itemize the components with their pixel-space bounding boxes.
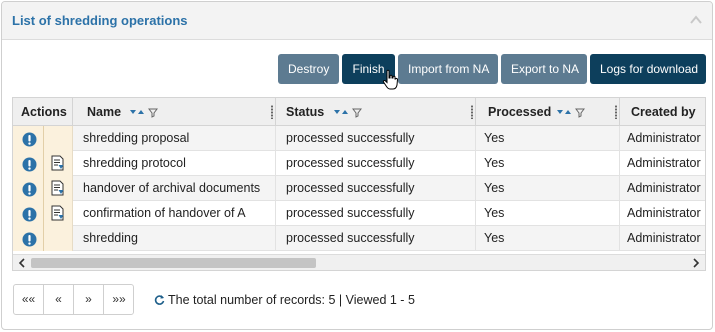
panel-title: List of shredding operations	[12, 13, 188, 28]
cell-status: processed successfully	[276, 226, 476, 251]
operations-grid: Actions Name Status Processed Created by…	[12, 97, 706, 271]
column-label: Name	[87, 105, 122, 119]
cell-status: processed successfully	[276, 151, 476, 176]
cell-status: processed successfully	[276, 201, 476, 226]
horizontal-scrollbar[interactable]	[13, 254, 705, 270]
cell-status: processed successfully	[276, 176, 476, 201]
scroll-left-icon[interactable]	[17, 258, 27, 268]
table-row[interactable]: shredding processed successfully Yes Admini…	[13, 226, 705, 251]
cell-processed: Yes	[476, 176, 620, 201]
collapse-icon[interactable]	[690, 15, 702, 25]
table-row[interactable]: confirmation of handover of Aprocessed s…	[13, 201, 705, 226]
row-actions	[13, 226, 73, 251]
action-divider	[43, 176, 44, 201]
grid-header: Actions Name Status Processed Created by	[13, 98, 705, 126]
row-actions	[13, 126, 73, 151]
row-actions	[13, 176, 73, 201]
action-divider	[43, 151, 44, 176]
column-header-processed[interactable]: Processed	[476, 98, 620, 126]
cell-status: processed successfully	[276, 126, 476, 151]
column-header-name[interactable]: Name	[73, 98, 276, 126]
info-icon[interactable]	[22, 206, 37, 226]
cell-processed: Yes	[476, 151, 620, 176]
scroll-right-icon[interactable]	[691, 258, 701, 268]
column-resize-handle[interactable]	[471, 105, 473, 119]
download-document-icon[interactable]	[51, 205, 65, 226]
info-icon[interactable]	[22, 131, 37, 151]
export-to-na-button[interactable]: Export to NA	[501, 54, 587, 84]
action-divider	[43, 226, 44, 251]
records-summary: The total number of records: 5 | Viewed …	[154, 293, 415, 307]
action-divider	[43, 201, 44, 226]
cell-created-by: Administrator	[627, 131, 701, 145]
info-icon[interactable]	[22, 181, 37, 201]
table-row[interactable]: shredding proposal processed successfully…	[13, 126, 705, 151]
table-row[interactable]: handover of archival documents processed …	[13, 176, 705, 201]
cell-name: confirmation of handover of A	[73, 201, 276, 226]
table-row[interactable]: shredding protocol processed successfully…	[13, 151, 705, 176]
action-divider	[43, 126, 44, 151]
pagination: «« « » »»	[13, 284, 134, 315]
cell-name: shredding proposal	[73, 126, 276, 151]
cell-created-by: Administrator	[627, 231, 701, 245]
last-page-button[interactable]: »»	[104, 285, 134, 314]
sort-filter-icon[interactable]	[333, 107, 367, 118]
column-resize-handle[interactable]	[271, 105, 273, 119]
cell-processed: Yes	[476, 126, 620, 151]
cell-created-by: Administrator	[627, 206, 701, 220]
shredding-operations-panel: List of shredding operations Destroy Fin…	[1, 1, 713, 330]
column-label: Actions	[21, 105, 67, 119]
previous-page-button[interactable]: «	[44, 285, 74, 314]
cell-name: shredding protocol	[73, 151, 276, 176]
import-from-na-button[interactable]: Import from NA	[398, 54, 498, 84]
next-page-button[interactable]: »	[74, 285, 104, 314]
scrollbar-thumb[interactable]	[31, 258, 316, 268]
info-icon[interactable]	[22, 231, 37, 251]
download-document-icon[interactable]	[51, 155, 65, 176]
sort-filter-icon[interactable]	[556, 107, 590, 118]
records-text: The total number of records: 5 | Viewed …	[168, 293, 415, 307]
cell-name: handover of archival documents	[73, 176, 276, 201]
column-header-status[interactable]: Status	[276, 98, 476, 126]
info-icon[interactable]	[22, 156, 37, 176]
finish-button[interactable]: Finish	[342, 54, 395, 84]
column-header-actions: Actions	[13, 98, 73, 126]
destroy-button[interactable]: Destroy	[278, 54, 339, 84]
row-actions	[13, 151, 73, 176]
panel-header: List of shredding operations	[2, 2, 712, 40]
cell-processed: Yes	[476, 201, 620, 226]
column-resize-handle[interactable]	[615, 105, 617, 119]
row-actions	[13, 201, 73, 226]
cell-processed: Yes	[476, 226, 620, 251]
cell-created-by: Administrator	[627, 156, 701, 170]
column-label: Status	[286, 105, 325, 119]
first-page-button[interactable]: ««	[14, 285, 44, 314]
cell-created-by: Administrator	[627, 181, 701, 195]
cell-name: shredding	[73, 226, 276, 251]
column-label: Created by	[631, 105, 696, 119]
logs-for-download-button[interactable]: Logs for download	[590, 54, 706, 84]
download-document-icon[interactable]	[51, 180, 65, 201]
sort-filter-icon[interactable]	[129, 107, 163, 118]
refresh-icon[interactable]	[154, 294, 165, 306]
column-label: Processed	[488, 105, 552, 119]
column-header-created-by[interactable]: Created by	[620, 98, 705, 126]
